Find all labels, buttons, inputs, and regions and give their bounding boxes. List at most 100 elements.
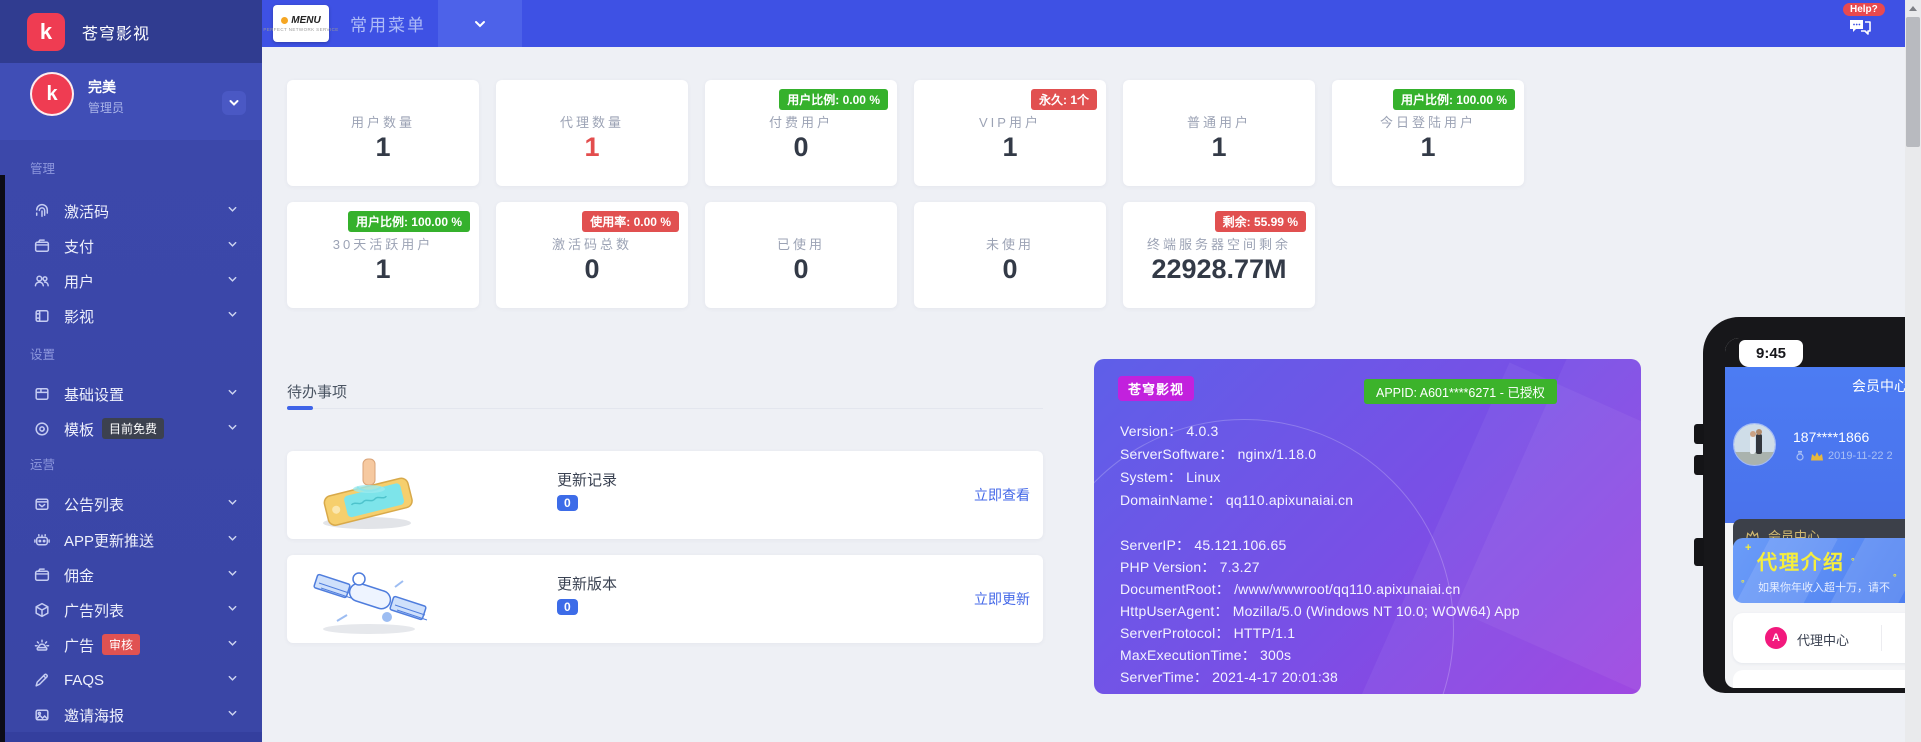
sidebar-item-commission[interactable]: 佣金	[0, 559, 262, 591]
user-role: 管理员	[88, 99, 124, 116]
chevron-down-icon	[227, 272, 238, 290]
chat-icon[interactable]	[1847, 16, 1873, 40]
sidebar-item-app-update-push[interactable]: APP更新推送	[0, 524, 262, 556]
tab-common-menu[interactable]: 常用菜单	[350, 0, 426, 47]
todo-item-title: 更新记录	[557, 469, 617, 490]
server-info-line: DomainName： qq110.apixunaiai.cn	[1120, 490, 1353, 510]
chevron-down-icon	[227, 237, 238, 255]
user-menu-toggle[interactable]	[222, 91, 246, 115]
review-badge: 审核	[102, 634, 140, 655]
chevron-down-icon	[227, 671, 238, 689]
fingerprint-icon	[33, 202, 51, 220]
status-badge: 永久: 1个	[1031, 89, 1097, 110]
server-info-panel: 苍穹影视 APPID: A601****6271 - 已授权 Version： …	[1094, 359, 1641, 694]
sidebar-item-template[interactable]: 模板目前免费	[0, 413, 262, 445]
server-info-line: Version： 4.0.3	[1120, 421, 1219, 441]
stat-card-user-count: 用户数量 1	[287, 80, 479, 186]
banner-title: 代理介绍	[1757, 546, 1845, 575]
brand-badge: 苍穹影视	[1118, 376, 1194, 401]
siren-icon	[33, 636, 51, 654]
banner-subtitle: 如果你年收入超十万，请不	[1758, 579, 1890, 595]
box-icon	[33, 601, 51, 619]
phone-side-button	[1694, 538, 1704, 566]
stat-card-agent-count: 代理数量 1	[496, 80, 688, 186]
sidebar-item-faqs[interactable]: FAQS	[0, 664, 262, 696]
phone-partial-card	[1733, 670, 1921, 688]
chevron-down-icon	[227, 601, 238, 619]
chevron-down-icon	[227, 636, 238, 654]
sidebar-item-activation-codes[interactable]: 激活码	[0, 195, 262, 227]
sidebar-footer	[0, 732, 262, 742]
crown-icon	[1810, 451, 1824, 462]
status-badge: 用户比例: 100.00 %	[348, 211, 470, 232]
help-badge[interactable]: Help?	[1843, 3, 1885, 16]
chevron-down-icon	[227, 307, 238, 325]
phone-header-title: 会员中心	[1852, 376, 1908, 396]
users-icon	[33, 272, 51, 290]
theme-icon	[33, 420, 51, 438]
app-header: k 苍穹影视	[0, 0, 262, 63]
sidebar-item-video[interactable]: 影视	[0, 300, 262, 332]
update-now-link[interactable]: 立即更新	[974, 589, 1030, 609]
medal-icon	[1794, 450, 1806, 462]
agent-center-row[interactable]: A 代理中心	[1733, 613, 1921, 663]
update-version-illustration	[307, 561, 433, 637]
scroll-up-arrow[interactable]	[1905, 0, 1921, 16]
appid-badge: APPID: A601****6271 - 已授权	[1364, 379, 1557, 404]
server-info-line: MaxExecutionTime： 300s	[1120, 645, 1291, 665]
status-badge: 使用率: 0.00 %	[582, 211, 679, 232]
todo-section-title: 待办事项	[287, 381, 347, 402]
todo-count-badge: 0	[557, 495, 578, 511]
server-info-line: ServerTime： 2021-4-17 20:01:38	[1120, 667, 1338, 687]
chevron-down-icon	[228, 97, 240, 109]
status-badge: 用户比例: 100.00 %	[1393, 89, 1515, 110]
chevron-down-icon	[227, 420, 238, 438]
sidebar-item-payment[interactable]: 支付	[0, 230, 262, 262]
menu-logo-icon	[281, 17, 288, 24]
stat-card-normal-users: 普通用户 1	[1123, 80, 1315, 186]
app-logo-icon: k	[27, 13, 65, 51]
pencil-icon	[33, 671, 51, 689]
phone-screen: 9:45 会员中心 187****1866 2019-11-22 2 会员中心 …	[1725, 338, 1921, 688]
robot-icon	[33, 531, 51, 549]
status-badge: 用户比例: 0.00 %	[779, 89, 888, 110]
stat-card-active-users-30d: 用户比例: 100.00 % 30天活跃用户 1	[287, 202, 479, 308]
chevron-down-icon	[472, 16, 488, 32]
wallet-icon	[33, 237, 51, 255]
film-icon	[33, 307, 51, 325]
section-label-manage: 管理	[30, 158, 230, 177]
sidebar-item-users[interactable]: 用户	[0, 265, 262, 297]
phone-user-date: 2019-11-22 2	[1828, 450, 1893, 462]
todo-item-title: 更新版本	[557, 573, 617, 594]
sidebar-item-invite-poster[interactable]: 邀请海报	[0, 699, 262, 731]
chevron-down-icon	[227, 566, 238, 584]
phone-user-avatar	[1733, 423, 1776, 466]
sidebar-item-ads[interactable]: 广告审核	[0, 629, 262, 661]
update-records-illustration	[307, 457, 433, 533]
tab-dropdown-toggle[interactable]	[438, 0, 522, 47]
menu-button[interactable]: MENU PERFECT NETWORK SERVICE	[273, 5, 329, 42]
chevron-down-icon	[227, 495, 238, 513]
view-now-link[interactable]: 立即查看	[974, 485, 1030, 505]
status-badge: 剩余: 55.99 %	[1215, 211, 1306, 232]
divider	[1881, 625, 1882, 651]
scrollbar-thumb[interactable]	[1906, 17, 1920, 147]
section-label-settings: 设置	[30, 344, 230, 363]
layout-icon	[33, 385, 51, 403]
stat-card-today-login-users: 用户比例: 100.00 % 今日登陆用户 1	[1332, 80, 1524, 186]
chevron-down-icon	[227, 531, 238, 549]
sidebar-item-basic-settings[interactable]: 基础设置	[0, 378, 262, 410]
phone-side-button	[1694, 424, 1704, 444]
stat-card-used: 已使用 0	[705, 202, 897, 308]
stat-card-unused: 未使用 0	[914, 202, 1106, 308]
sidebar-item-ad-list[interactable]: 广告列表	[0, 594, 262, 626]
scrollbar[interactable]	[1905, 0, 1921, 742]
agent-intro-banner[interactable]: + ° ° ° 代理介绍 如果你年收入超十万，请不	[1733, 538, 1921, 603]
server-info-line: PHP Version： 7.3.27	[1120, 557, 1260, 577]
free-badge: 目前免费	[102, 418, 164, 439]
server-info-line: System： Linux	[1120, 467, 1221, 487]
stat-card-server-space: 剩余: 55.99 % 终端服务器空间剩余 22928.77M	[1123, 202, 1315, 308]
user-name: 完美	[88, 77, 116, 97]
todo-count-badge: 0	[557, 599, 578, 615]
sidebar-item-announcements[interactable]: 公告列表	[0, 488, 262, 520]
